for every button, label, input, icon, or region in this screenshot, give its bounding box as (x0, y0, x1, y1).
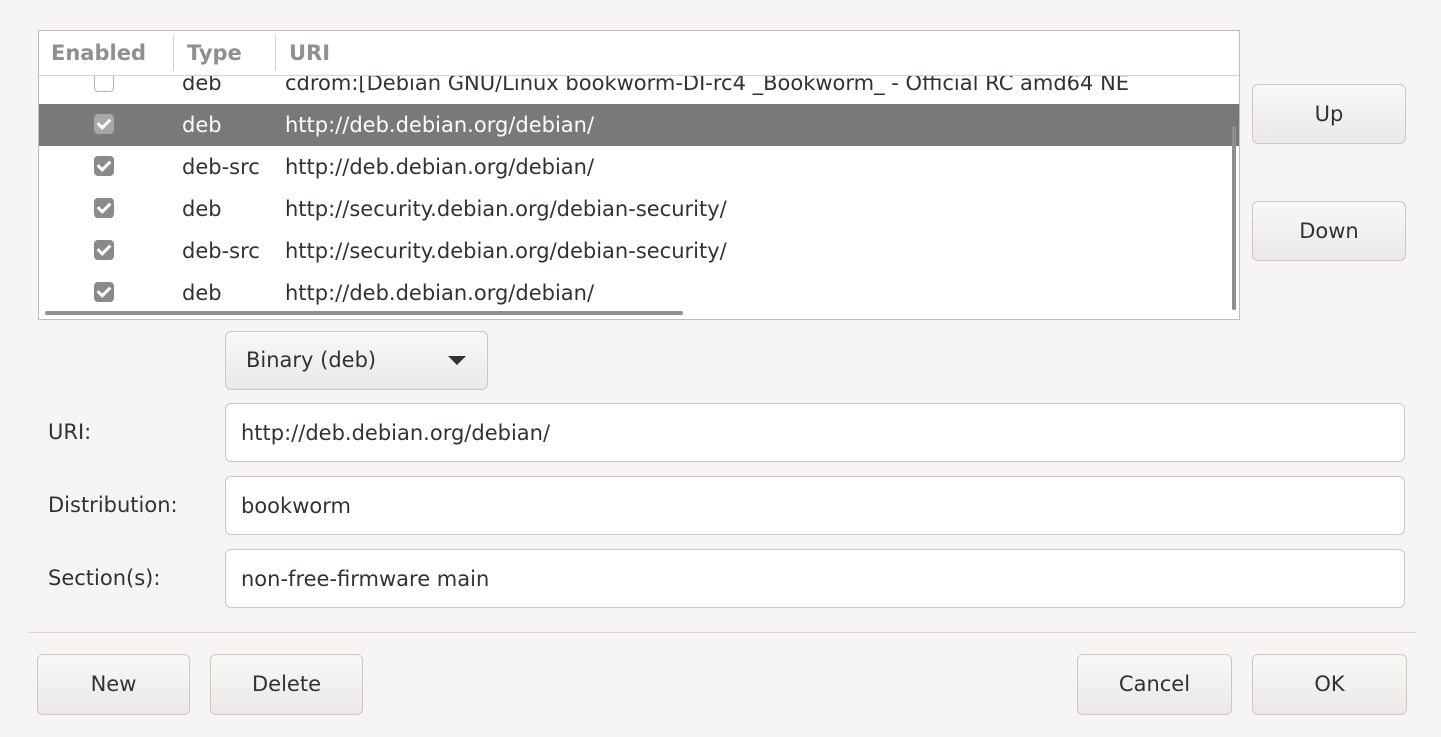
column-enabled[interactable]: Enabled (51, 31, 146, 75)
distribution-field[interactable] (225, 476, 1405, 535)
new-button-label: New (90, 672, 137, 696)
row-uri: http://security.debian.org/debian-securi… (285, 239, 727, 263)
sections-field[interactable] (225, 549, 1405, 608)
list-rows: deb cdrom:[Debian GNU/Linux bookworm-DI-… (39, 76, 1239, 319)
chevron-down-icon (448, 356, 466, 365)
down-button[interactable]: Down (1252, 201, 1406, 261)
column-uri[interactable]: URI (289, 31, 330, 75)
row-type: deb-src (182, 239, 260, 263)
divider (28, 632, 1416, 633)
uri-label: URI: (48, 420, 92, 444)
type-dropdown[interactable]: Binary (deb) (225, 331, 488, 390)
row-type: deb (182, 113, 222, 137)
new-button[interactable]: New (37, 654, 190, 715)
enabled-checkbox[interactable] (94, 76, 114, 92)
row-uri: http://deb.debian.org/debian/ (285, 281, 595, 305)
down-button-label: Down (1299, 219, 1359, 243)
checkbox-checked-icon[interactable] (94, 198, 114, 218)
list-header: Enabled Type URI (39, 31, 1239, 76)
cancel-button-label: Cancel (1118, 672, 1191, 696)
distribution-label: Distribution: (48, 493, 178, 517)
row-type: deb (182, 197, 222, 221)
up-button-label: Up (1314, 102, 1344, 126)
checkbox-checked-icon[interactable] (94, 282, 114, 302)
row-uri: http://security.debian.org/debian-securi… (285, 197, 727, 221)
table-row-selected[interactable]: deb http://deb.debian.org/debian/ (39, 104, 1239, 146)
checkbox-checked-icon[interactable] (94, 240, 114, 260)
cancel-button[interactable]: Cancel (1077, 654, 1232, 715)
table-row[interactable]: deb http://security.debian.org/debian-se… (39, 188, 1239, 230)
sections-label: Section(s): (48, 566, 161, 590)
row-type: deb-src (182, 155, 260, 179)
table-row[interactable]: deb http://deb.debian.org/debian/ (39, 272, 1239, 314)
horizontal-scrollbar[interactable] (45, 311, 683, 315)
sources-list[interactable]: Enabled Type URI deb cdrom:[Debian GNU/L… (38, 30, 1240, 320)
column-separator (275, 35, 276, 71)
delete-button[interactable]: Delete (210, 654, 363, 715)
column-type[interactable]: Type (187, 31, 242, 75)
checkbox-checked-icon[interactable] (94, 114, 114, 134)
delete-button-label: Delete (252, 672, 321, 696)
checkbox-checked-icon[interactable] (94, 156, 114, 176)
column-separator (173, 35, 174, 71)
row-type: deb (182, 281, 222, 305)
up-button[interactable]: Up (1252, 84, 1406, 144)
row-uri: http://deb.debian.org/debian/ (285, 155, 595, 179)
table-row[interactable]: deb-src http://security.debian.org/debia… (39, 230, 1239, 272)
row-uri: cdrom:[Debian GNU/Linux bookworm-DI-rc4 … (285, 76, 1130, 95)
uri-field[interactable] (225, 403, 1405, 462)
type-dropdown-value: Binary (deb) (246, 348, 377, 372)
table-row[interactable]: deb-src http://deb.debian.org/debian/ (39, 146, 1239, 188)
table-row[interactable]: deb cdrom:[Debian GNU/Linux bookworm-DI-… (39, 76, 1239, 104)
vertical-scrollbar[interactable] (1232, 126, 1236, 310)
ok-button-label: OK (1314, 672, 1345, 696)
row-type: deb (182, 76, 222, 95)
ok-button[interactable]: OK (1252, 654, 1407, 715)
row-uri: http://deb.debian.org/debian/ (285, 113, 595, 137)
